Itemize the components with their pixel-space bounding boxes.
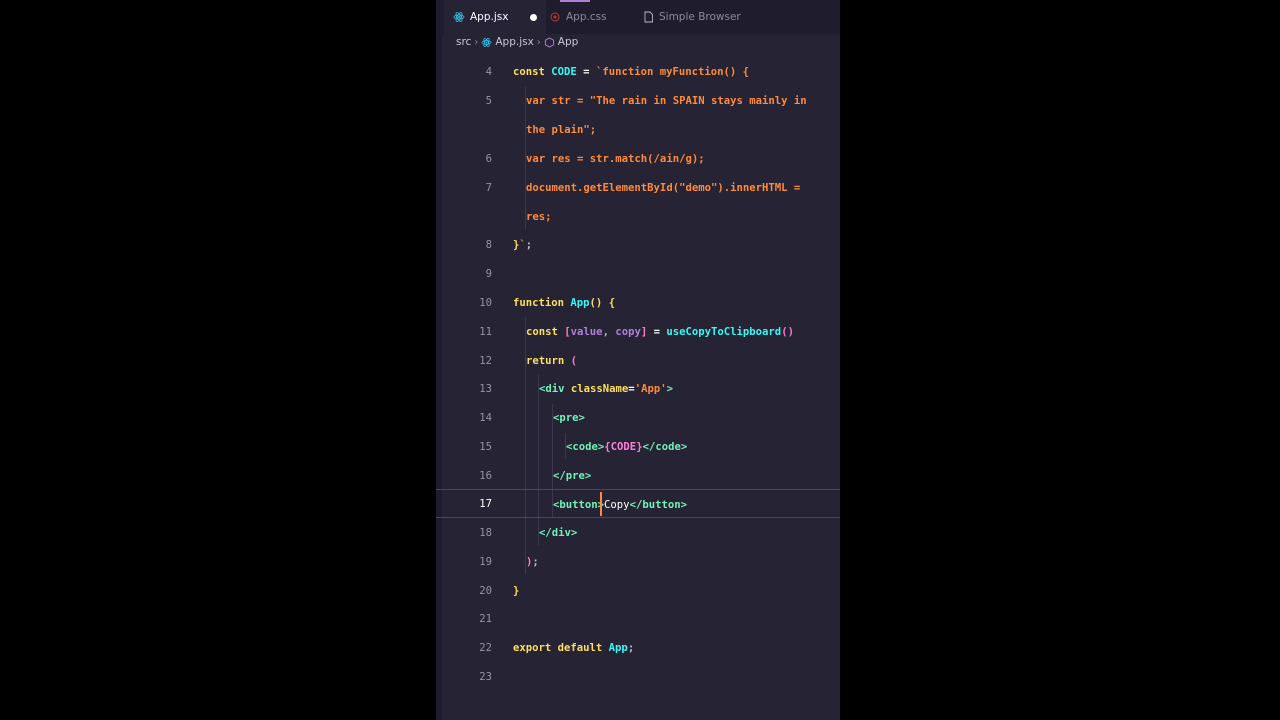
line-number: 10 (479, 296, 492, 309)
code-line[interactable]: 12 return ( (436, 346, 840, 375)
line-number: 16 (479, 469, 492, 482)
chevron-right-icon: › (536, 36, 541, 48)
code-line[interactable]: 20 } (436, 576, 840, 605)
chevron-right-icon: › (474, 36, 479, 48)
tab-simple-browser[interactable]: Simple Browser (641, 0, 761, 34)
line-number: 5 (485, 94, 492, 107)
line-number: 21 (479, 612, 492, 625)
code-line[interactable]: res; (436, 202, 840, 231)
line-number: 9 (485, 267, 492, 280)
code-line[interactable]: 9 (436, 259, 840, 288)
code-line[interactable]: 21 (436, 604, 840, 633)
code-line[interactable]: 11 const [value, copy] = useCopyToClipbo… (436, 317, 840, 346)
tab-app-css[interactable]: App.css (548, 0, 636, 34)
code-line[interactable]: 23 (436, 662, 840, 691)
react-icon (481, 37, 492, 48)
code-line[interactable]: 19 ); (436, 547, 840, 576)
tab-label: App.jsx (470, 11, 509, 23)
file-icon (641, 10, 655, 24)
code-line[interactable]: 7 document.getElementById("demo").innerH… (436, 173, 840, 202)
tab-bar: App.jsx App.css Simple Browser (436, 0, 840, 34)
tab-app-jsx[interactable]: App.jsx (444, 0, 546, 34)
code-line[interactable]: the plain"; (436, 115, 840, 144)
line-number: 14 (479, 411, 492, 424)
breadcrumb: src › App.jsx › App (436, 34, 840, 50)
react-icon (452, 10, 466, 24)
code-line[interactable]: 8 } `; (436, 230, 840, 259)
code-editor[interactable]: App.jsx App.css Simple Browser src › App… (436, 0, 840, 720)
line-number: 4 (485, 65, 492, 78)
line-number: 18 (479, 526, 492, 539)
line-number: 12 (479, 354, 492, 367)
code-line[interactable]: 6 var res = str.match(/ain/g); (436, 144, 840, 173)
line-number: 7 (485, 181, 492, 194)
code-line[interactable]: 4 const CODE = `function myFunction() { (436, 57, 840, 86)
line-number: 6 (485, 152, 492, 165)
code-line[interactable]: 13 <div className = 'App' > (436, 374, 840, 403)
code-line[interactable]: 14 <pre> (436, 403, 840, 432)
text-cursor (600, 492, 602, 516)
breadcrumb-symbol[interactable]: App (558, 36, 579, 48)
tab-label: Simple Browser (659, 11, 741, 23)
code-line[interactable]: 5 var str = "The rain in SPAIN stays mai… (436, 86, 840, 115)
line-number: 8 (485, 238, 492, 251)
code-line-current[interactable]: 17 <button>Copy</button> (436, 489, 840, 518)
line-number: 22 (479, 641, 492, 654)
code-line[interactable]: 18 </div> (436, 518, 840, 547)
line-number: 23 (479, 670, 492, 683)
line-number: 17 (479, 497, 492, 510)
line-number: 20 (479, 584, 492, 597)
code-line[interactable]: 15 <code>{CODE} </code> (436, 432, 840, 461)
line-number: 15 (479, 440, 492, 453)
unsaved-dot-icon[interactable] (530, 13, 538, 21)
css-icon (548, 10, 562, 24)
breadcrumb-folder[interactable]: src (456, 36, 471, 48)
breadcrumb-file[interactable]: App.jsx (495, 36, 533, 48)
code-line[interactable]: 10 function App() { (436, 288, 840, 317)
line-number: 19 (479, 555, 492, 568)
symbol-method-icon (544, 36, 555, 48)
line-number: 13 (479, 382, 492, 395)
code-line[interactable]: 16 </pre> (436, 461, 840, 490)
line-number: 11 (479, 325, 492, 338)
code-line[interactable]: 22 export default App; (436, 633, 840, 662)
tab-label: App.css (566, 11, 607, 23)
